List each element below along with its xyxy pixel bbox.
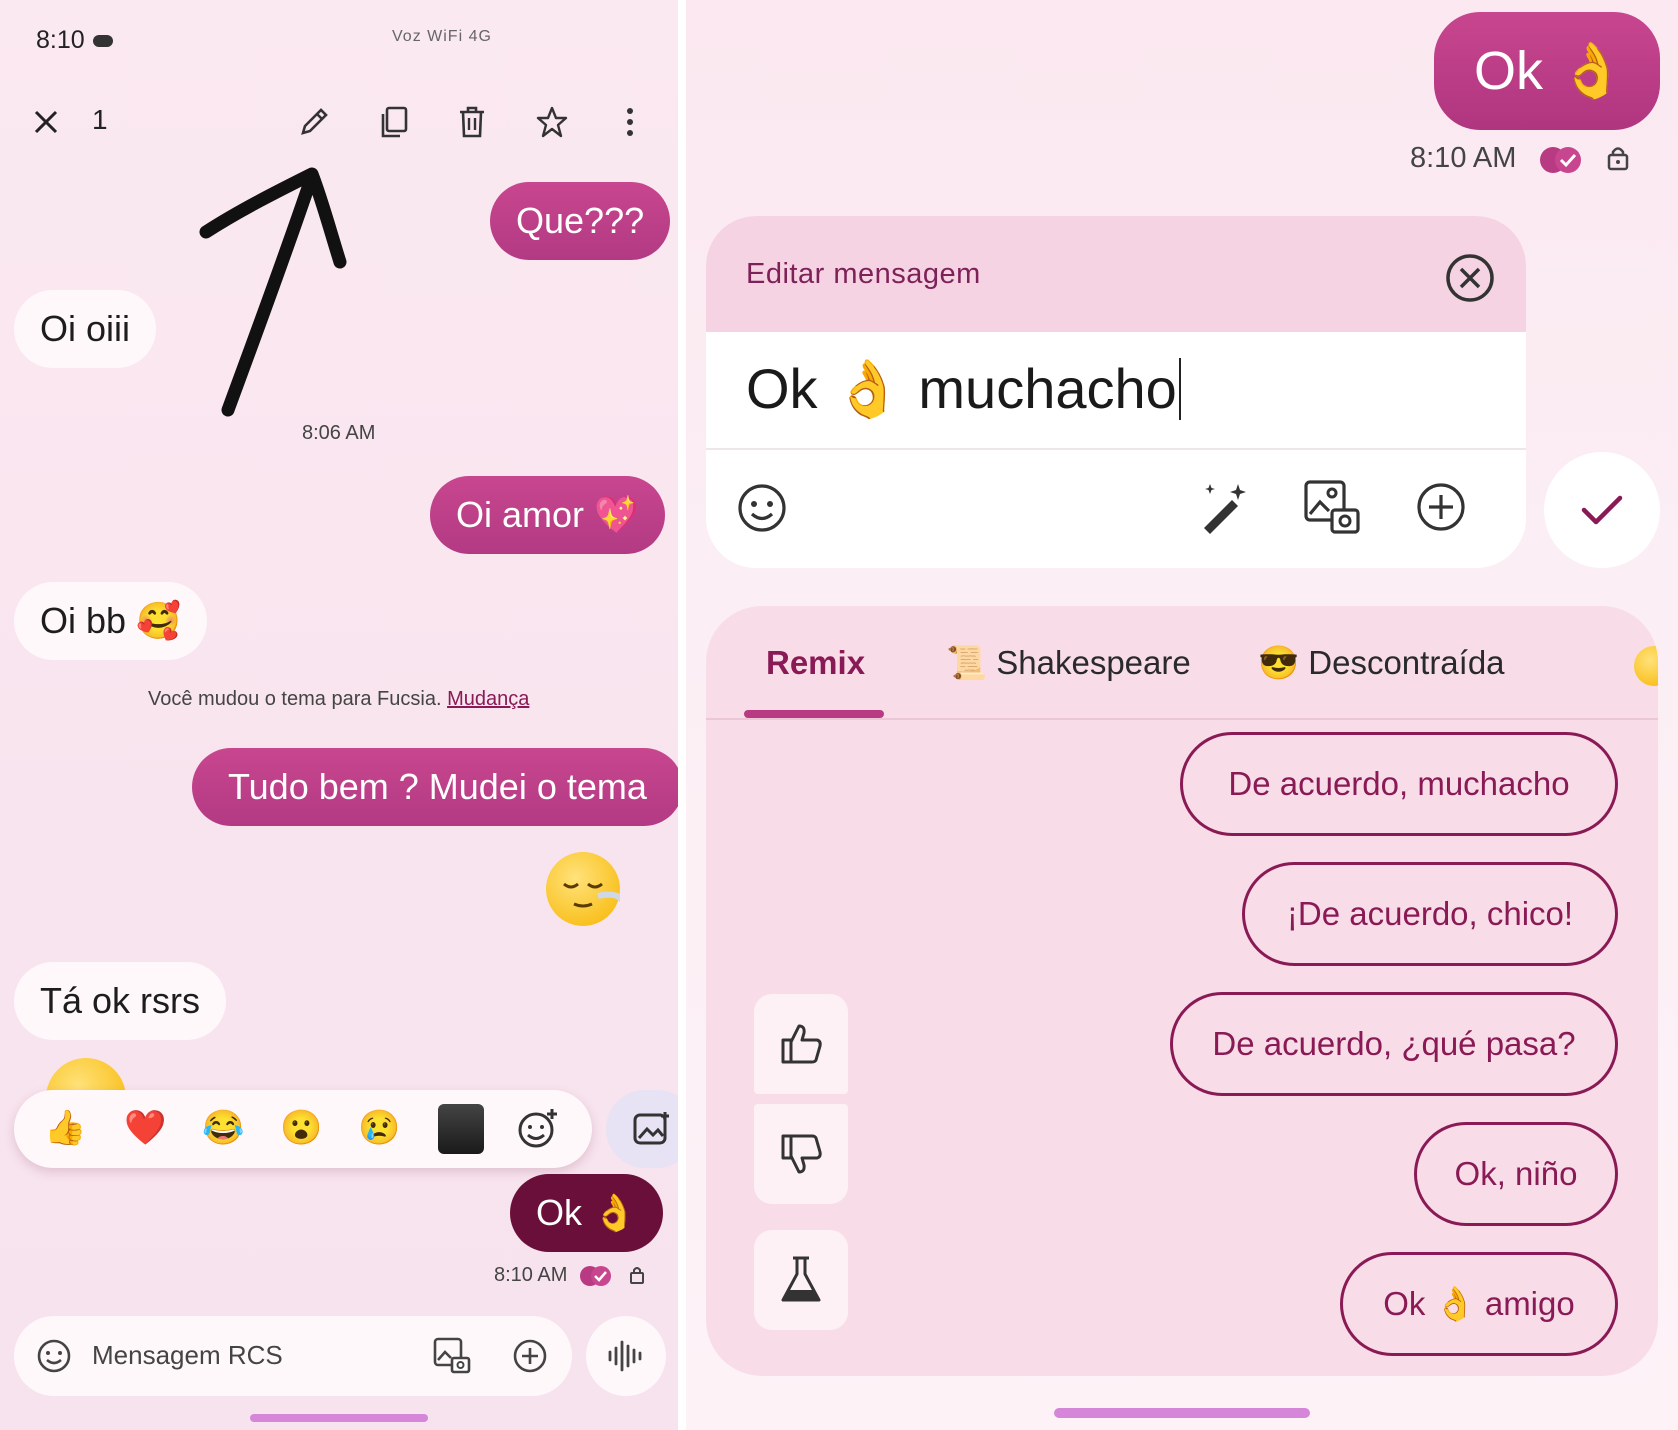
reaction-crying[interactable]: 😢 — [358, 1108, 400, 1148]
edit-message-card: Editar mensagem Ok 👌 muchacho — [706, 216, 1526, 568]
message-bubble-selected[interactable]: Ok 👌 — [510, 1174, 663, 1252]
relieved-emoji-message[interactable] — [546, 852, 625, 926]
close-icon[interactable] — [24, 100, 68, 144]
magic-compose-icon[interactable] — [1196, 480, 1252, 536]
add-attachment-icon[interactable] — [512, 1338, 548, 1374]
audio-waveform-icon — [608, 1340, 642, 1372]
edit-message-title: Editar mensagem — [746, 258, 981, 290]
message-text: Oi bb 🥰 — [40, 600, 181, 641]
tab-descontraida[interactable]: 😎 Descontraída — [1258, 644, 1505, 683]
star-icon[interactable] — [530, 100, 574, 144]
tab-shakespeare[interactable]: 📜 Shakespeare — [946, 644, 1191, 683]
message-bubble-outgoing[interactable]: Que??? — [490, 182, 671, 260]
message-text: Tá ok rsrs — [40, 980, 201, 1021]
message-text: Que??? — [516, 200, 645, 241]
status-bar-icons: Voz WiFi 4G — [392, 28, 492, 45]
message-text: Oi amor 💖 — [456, 494, 639, 535]
checkmark-icon — [1581, 495, 1623, 525]
message-text: Oi oiii — [40, 308, 131, 349]
cloud-icon — [92, 35, 113, 48]
message-composer: Mensagem RCS — [14, 1316, 572, 1396]
lock-icon — [629, 1267, 644, 1284]
add-attachment-icon[interactable] — [1414, 480, 1468, 534]
selection-count: 1 — [92, 104, 108, 135]
read-receipt-icon — [1540, 147, 1582, 173]
message-bubble-outgoing[interactable]: Ok 👌 — [1434, 12, 1660, 130]
edit-message-screen: Ok 👌 8:10 AM Editar mensagem Ok 👌 muchac… — [686, 0, 1678, 1430]
image-sticker-icon — [633, 1112, 669, 1145]
panel-divider — [678, 0, 686, 1430]
screenshot-composite: 8:10 Voz WiFi 4G 1 Que??? Oi oiii 8:06 A… — [0, 0, 1678, 1430]
tab-remix[interactable]: Remix — [766, 644, 865, 682]
flask-icon — [781, 1256, 821, 1302]
reaction-thumbs-up[interactable]: 👍 — [44, 1108, 86, 1148]
thumbs-up-icon — [781, 1024, 822, 1064]
edit-pencil-icon[interactable] — [292, 100, 336, 144]
more-options-icon[interactable] — [608, 100, 652, 144]
reaction-picker: 👍 ❤️ 😂 😮 😢 — [14, 1090, 592, 1168]
message-timestamp: 8:10 AM — [1410, 142, 1629, 175]
messages-chat-screen: 8:10 Voz WiFi 4G 1 Que??? Oi oiii 8:06 A… — [0, 0, 678, 1430]
message-text: Tudo bem ? Mudei o tema — [228, 766, 647, 807]
thumbs-up-feedback-button[interactable] — [754, 994, 848, 1094]
theme-change-link[interactable]: Mudança — [447, 688, 529, 710]
reaction-heart[interactable]: ❤️ — [124, 1108, 166, 1148]
voice-message-button[interactable] — [586, 1316, 666, 1396]
text-caret — [1178, 358, 1181, 420]
message-text: Ok 👌 — [1474, 40, 1626, 101]
lock-icon — [1607, 147, 1628, 171]
hand-drawn-arrow-annotation — [199, 167, 347, 417]
edit-message-header: Editar mensagem — [706, 216, 1526, 332]
suggestion-chip[interactable]: De acuerdo, ¿qué pasa? — [1170, 992, 1618, 1096]
gesture-nav-bar — [1054, 1408, 1310, 1418]
read-receipt-icon — [579, 1266, 611, 1286]
emoji-icon[interactable] — [736, 482, 788, 534]
suggestion-chip[interactable]: Ok 👌 amigo — [1340, 1252, 1618, 1356]
theme-change-notice: Você mudou o tema para Fucsia. Mudança — [148, 688, 530, 710]
message-text: Ok 👌 — [536, 1192, 637, 1233]
message-input[interactable]: Mensagem RCS — [92, 1340, 283, 1371]
message-bubble-outgoing[interactable]: Oi amor 💖 — [430, 476, 665, 554]
tabs-divider — [706, 718, 1658, 720]
reaction-surprised[interactable]: 😮 — [280, 1108, 322, 1148]
message-bubble-incoming[interactable]: Tá ok rsrs — [14, 962, 227, 1040]
suggestion-chip[interactable]: De acuerdo, muchacho — [1180, 732, 1618, 836]
message-timestamp: 8:06 AM — [302, 422, 376, 444]
cancel-edit-icon[interactable] — [1444, 252, 1496, 304]
gallery-icon[interactable] — [1302, 478, 1362, 538]
suggestion-chip[interactable]: Ok, niño — [1414, 1122, 1618, 1226]
active-tab-indicator — [744, 710, 884, 718]
custom-sticker-reaction[interactable] — [438, 1104, 484, 1154]
suggestion-chip[interactable]: ¡De acuerdo, chico! — [1242, 862, 1618, 966]
remix-suggestions-card: Remix 📜 Shakespeare 😎 Descontraída De ac… — [706, 606, 1658, 1376]
reaction-laughing[interactable]: 😂 — [202, 1108, 244, 1148]
confirm-edit-button[interactable] — [1544, 452, 1660, 568]
thumbs-down-icon — [781, 1134, 822, 1174]
sticker-gallery-button[interactable] — [606, 1090, 678, 1168]
add-reaction-icon[interactable] — [516, 1106, 560, 1155]
message-bubble-outgoing[interactable]: Tudo bem ? Mudei o tema — [192, 748, 678, 826]
status-bar-time: 8:10 — [36, 26, 113, 55]
labs-experiment-button[interactable] — [754, 1230, 848, 1330]
edit-card-separator — [706, 448, 1526, 450]
emoji-icon[interactable] — [36, 1338, 72, 1374]
delete-icon[interactable] — [450, 100, 494, 144]
more-tabs-emoji-partial[interactable] — [1634, 646, 1658, 686]
edit-message-input[interactable]: Ok 👌 muchacho — [746, 356, 1181, 422]
copy-icon[interactable] — [372, 100, 416, 144]
message-bubble-incoming[interactable]: Oi bb 🥰 — [14, 582, 207, 660]
message-bubble-incoming[interactable]: Oi oiii — [14, 290, 157, 368]
thumbs-down-feedback-button[interactable] — [754, 1104, 848, 1204]
gallery-icon[interactable] — [432, 1336, 472, 1376]
message-timestamp: 8:10 AM — [494, 1264, 645, 1287]
gesture-nav-bar — [250, 1414, 428, 1422]
